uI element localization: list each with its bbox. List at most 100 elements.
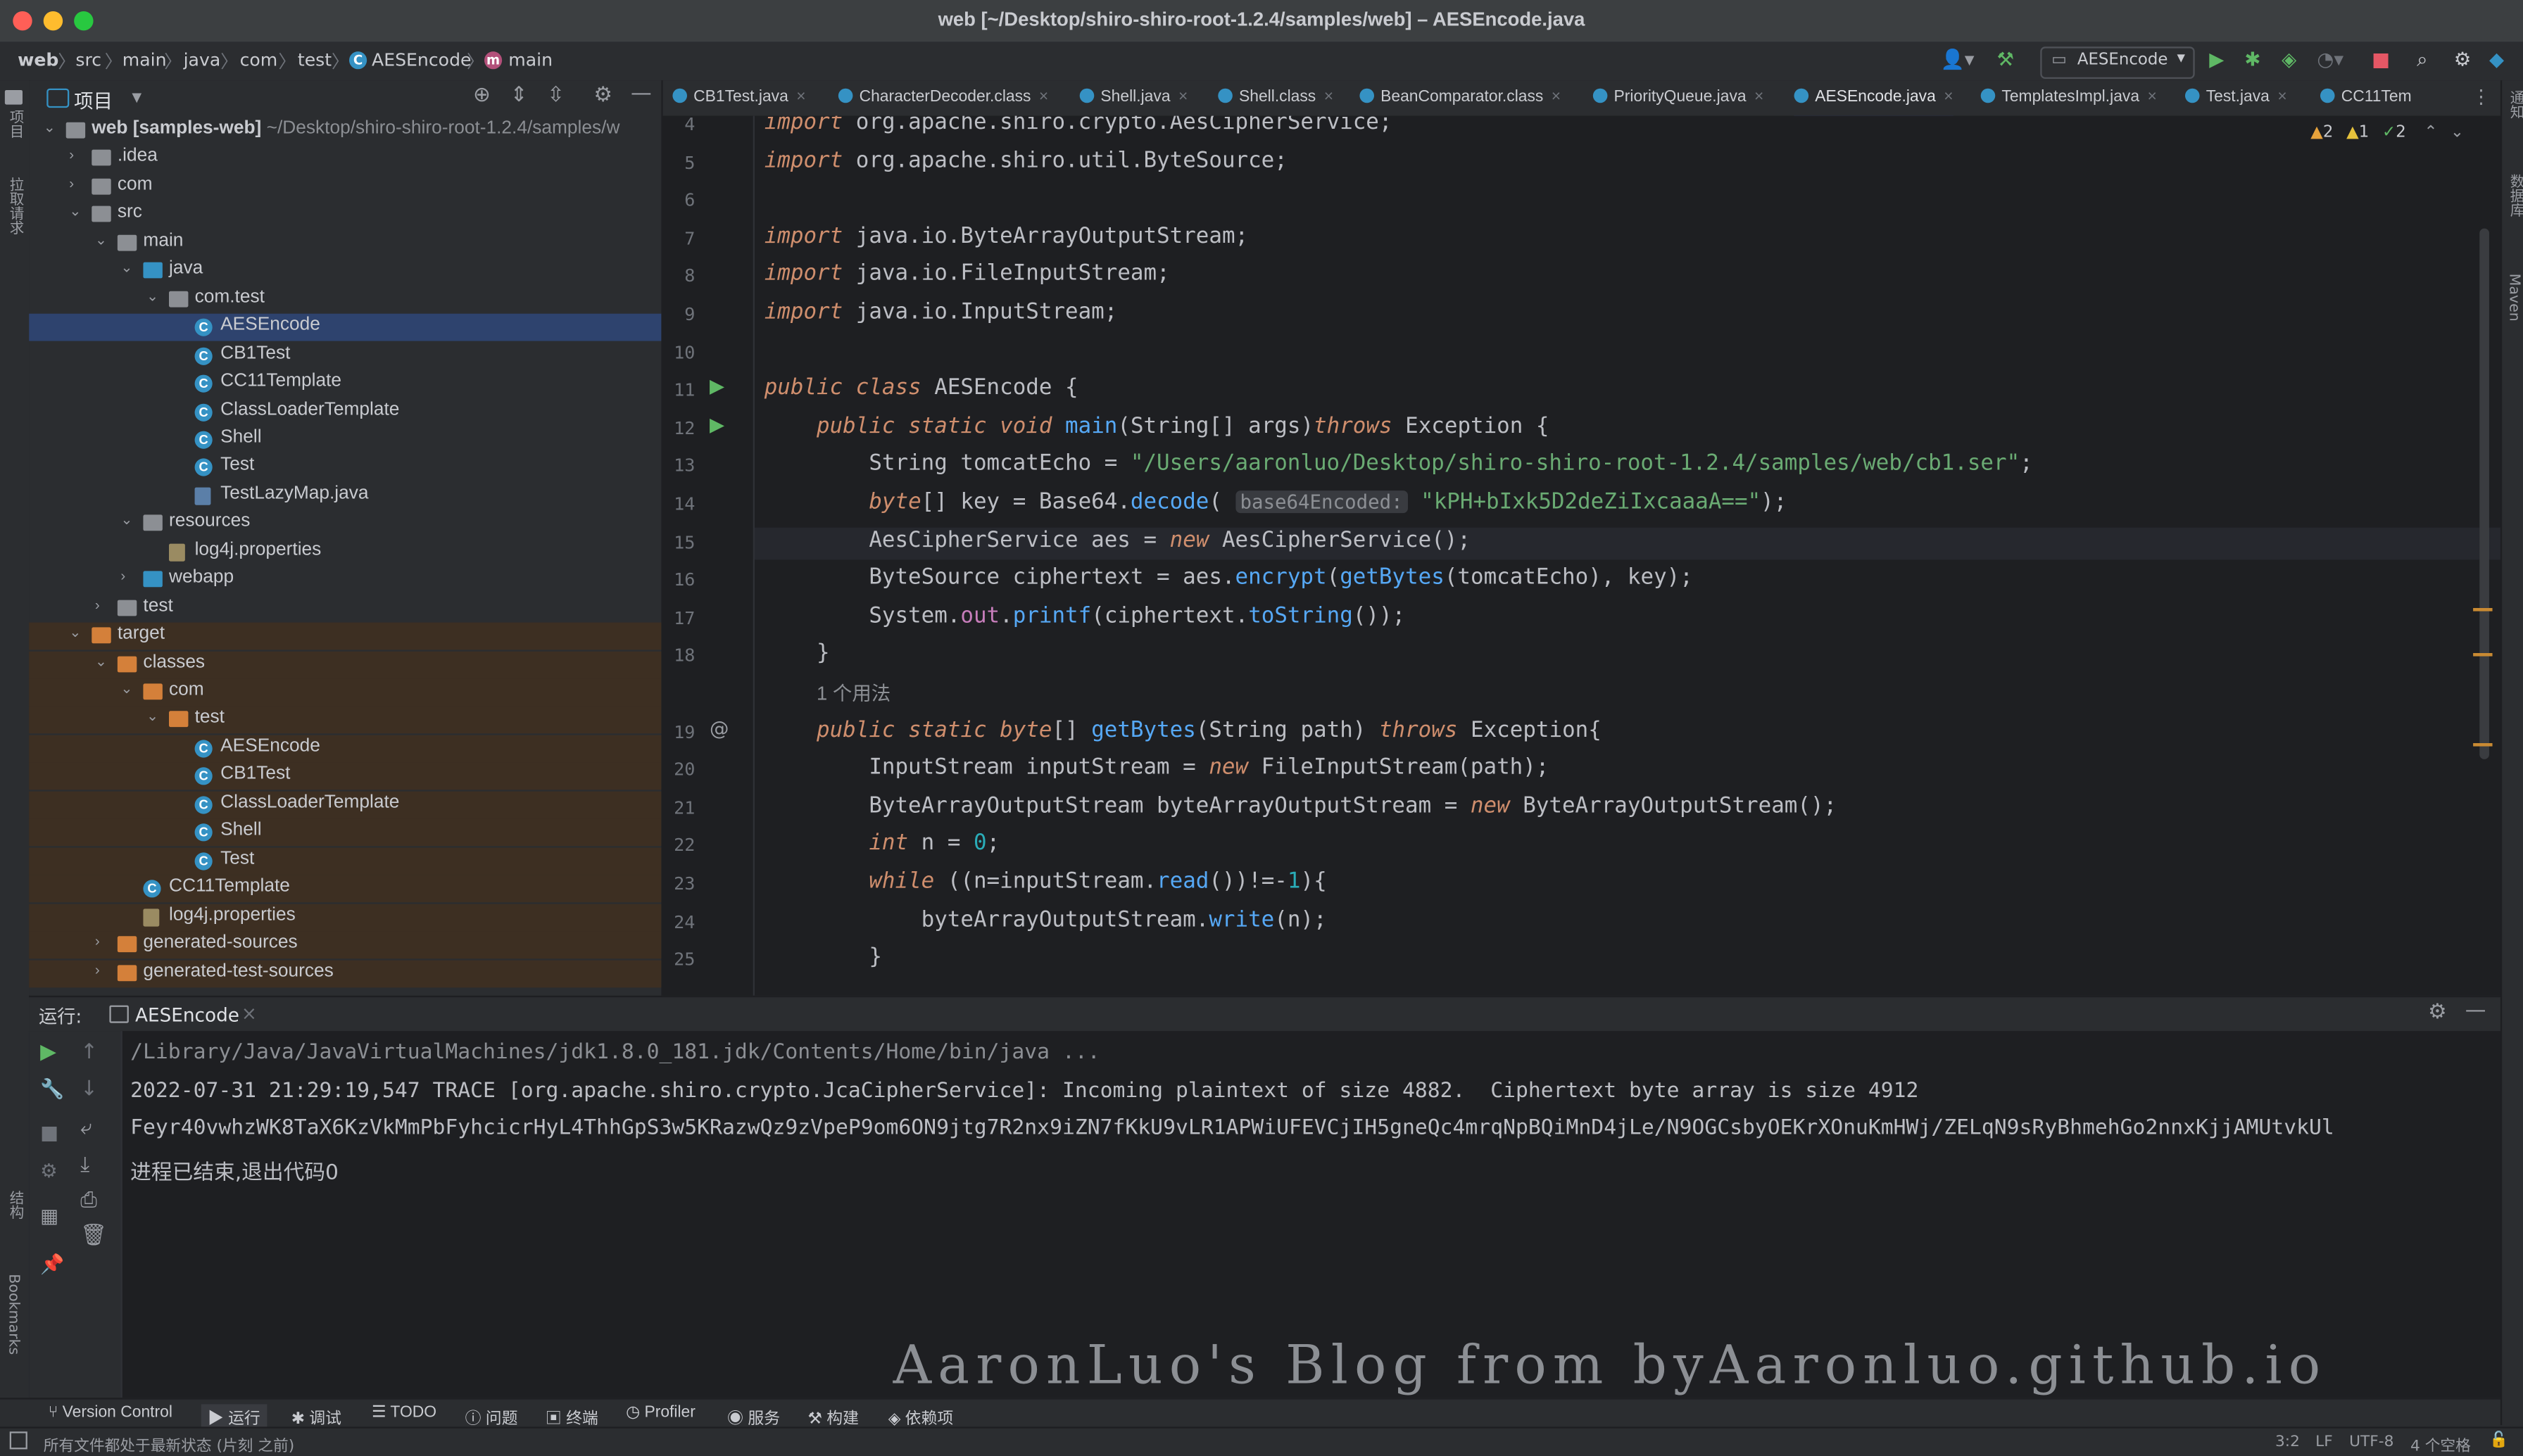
- code-line[interactable]: String tomcatEcho = "/Users/aaronluo/Des…: [765, 451, 2032, 477]
- tree-item[interactable]: › webapp: [29, 566, 661, 594]
- profile-icon[interactable]: ◔▾: [2317, 49, 2343, 71]
- debug-icon[interactable]: ✱: [2245, 49, 2261, 71]
- code-line[interactable]: import org.apache.shiro.util.ByteSource;: [765, 147, 1288, 173]
- chevron-right-icon[interactable]: ›: [95, 961, 100, 977]
- tree-item[interactable]: C CC11Template: [29, 875, 662, 903]
- expand-all-icon[interactable]: ⇕: [510, 84, 528, 108]
- toolwindow-debug[interactable]: ✱ 调试: [291, 1404, 341, 1429]
- chevron-right-icon[interactable]: ›: [69, 147, 74, 163]
- tree-item[interactable]: C ClassLoaderTemplate: [29, 791, 662, 818]
- chevron-down-icon[interactable]: ⌄: [95, 652, 107, 670]
- close-tab-icon[interactable]: ×: [1039, 89, 1048, 106]
- code-line[interactable]: InputStream inputStream = new FileInputS…: [765, 754, 1549, 780]
- code-line[interactable]: public static void main(String[] args)th…: [765, 413, 1549, 439]
- dump-threads-icon[interactable]: ⚙: [40, 1160, 58, 1182]
- toolwindow-version-control[interactable]: ⑂ Version Control: [49, 1404, 172, 1422]
- tree-item[interactable]: ⌄ com.test: [29, 286, 661, 313]
- chevron-right-icon[interactable]: ›: [120, 568, 125, 584]
- editor-tab[interactable]: Test.java ×: [2184, 80, 2287, 115]
- database-label[interactable]: 数据库: [2505, 174, 2523, 217]
- code-editor[interactable]: ▶ ▶ @ 4 import org.apache.shiro.crypto.Ae…: [662, 115, 2500, 996]
- breadcrumb-class[interactable]: AESEncode: [372, 50, 472, 71]
- warning-marker[interactable]: [2473, 607, 2493, 612]
- code-line[interactable]: while ((n=inputStream.read())!=-1){: [765, 868, 1326, 894]
- toolwindow-todo[interactable]: ☰ TODO: [372, 1404, 436, 1422]
- chevron-down-icon[interactable]: ⌄: [69, 203, 81, 221]
- hide-panel-icon[interactable]: —: [631, 82, 652, 106]
- tree-item[interactable]: ⌄ test: [29, 707, 662, 735]
- editor-scrollbar[interactable]: [2479, 228, 2489, 759]
- wrench-icon[interactable]: 🔧: [40, 1077, 64, 1100]
- tree-item[interactable]: C Shell: [29, 426, 661, 454]
- caret-position[interactable]: 3:2: [2275, 1433, 2300, 1451]
- run-icon[interactable]: ▶: [2209, 49, 2224, 71]
- warning-marker[interactable]: [2473, 652, 2493, 657]
- chevron-down-icon[interactable]: ⌄: [44, 119, 56, 137]
- run-main-gutter-icon[interactable]: ▶: [710, 413, 724, 436]
- chevron-right-icon[interactable]: ›: [69, 175, 74, 191]
- code-line[interactable]: int n = 0;: [765, 830, 1000, 856]
- breadcrumb-method[interactable]: main: [508, 50, 553, 71]
- editor-tab[interactable]: TemplatesImpl.java ×: [1980, 80, 2157, 115]
- toolwindow-problems[interactable]: ⓘ 问题: [465, 1404, 518, 1429]
- tree-item[interactable]: C CC11Template: [29, 370, 661, 398]
- tree-item[interactable]: TestLazyMap.java: [29, 482, 661, 509]
- tree-item[interactable]: log4j.properties: [29, 903, 662, 931]
- structure-label[interactable]: 结构: [5, 1190, 26, 1219]
- toolwindow-terminal[interactable]: ▣ 终端: [546, 1404, 598, 1429]
- pull-requests-label[interactable]: 拉取请求: [5, 177, 26, 234]
- code-line[interactable]: public class AESEncode {: [765, 375, 1078, 401]
- breadcrumb-java[interactable]: java: [184, 50, 221, 71]
- options-gear-icon[interactable]: ⚙: [593, 84, 612, 108]
- code-line[interactable]: byteArrayOutputStream.write(n);: [765, 906, 1327, 932]
- scroll-up-icon[interactable]: ↑: [80, 1041, 98, 1065]
- stop-run-icon[interactable]: ■: [40, 1121, 58, 1144]
- breadcrumb-src[interactable]: src: [75, 50, 101, 71]
- more-tabs-icon[interactable]: ⋮: [2472, 85, 2491, 108]
- close-tab-icon[interactable]: ×: [2147, 89, 2156, 106]
- code-line[interactable]: }: [765, 944, 882, 970]
- tree-item[interactable]: › generated-test-sources: [29, 959, 662, 987]
- tree-item[interactable]: ⌄ src: [29, 201, 661, 229]
- toolwindow-run[interactable]: ▶ 运行: [201, 1404, 267, 1429]
- line-separator[interactable]: LF: [2315, 1433, 2333, 1451]
- code-line[interactable]: AesCipherService aes = new AesCipherServ…: [765, 527, 1471, 553]
- tree-item[interactable]: ⌄ main: [29, 229, 661, 257]
- locate-file-icon[interactable]: ⊕: [473, 84, 491, 108]
- close-tab-icon[interactable]: ×: [1178, 89, 1188, 106]
- run-class-gutter-icon[interactable]: ▶: [710, 375, 724, 398]
- editor-tab[interactable]: Shell.class ×: [1218, 80, 1333, 115]
- tree-item[interactable]: › generated-sources: [29, 931, 662, 959]
- file-encoding[interactable]: UTF-8: [2349, 1433, 2393, 1451]
- tree-item[interactable]: › com: [29, 174, 661, 201]
- toolwindow-services[interactable]: ◉ 服务: [727, 1404, 780, 1429]
- tree-item[interactable]: ⌄ classes: [29, 650, 662, 678]
- tree-item[interactable]: › test: [29, 595, 661, 622]
- code-line[interactable]: System.out.printf(ciphertext.toString())…: [765, 603, 1405, 629]
- tree-item[interactable]: C Test: [29, 454, 661, 481]
- tree-item[interactable]: C AESEncode: [29, 314, 662, 341]
- tree-item[interactable]: C CB1Test: [29, 342, 661, 369]
- close-tab-icon[interactable]: ×: [1552, 89, 1561, 106]
- chevron-down-icon[interactable]: ⌄: [120, 512, 132, 530]
- layout-icon[interactable]: ▦: [40, 1205, 58, 1227]
- tree-item[interactable]: C ClassLoaderTemplate: [29, 398, 661, 426]
- tree-item[interactable]: C Shell: [29, 818, 662, 847]
- code-line[interactable]: import org.apache.shiro.crypto.AesCipher…: [765, 116, 1392, 135]
- maven-label[interactable]: Maven: [2505, 274, 2522, 322]
- breadcrumb-web[interactable]: web: [18, 50, 58, 71]
- tree-item[interactable]: ⌄ target: [29, 622, 662, 650]
- tree-item[interactable]: log4j.properties: [29, 538, 661, 566]
- close-tab-icon[interactable]: ×: [1944, 89, 1953, 106]
- tree-item[interactable]: C CB1Test: [29, 763, 662, 791]
- soft-wrap-icon[interactable]: ⤶: [80, 1116, 92, 1140]
- plugin-icon[interactable]: ◆: [2489, 49, 2504, 71]
- chevron-down-icon[interactable]: ⌄: [120, 260, 132, 277]
- chevron-down-icon[interactable]: ▾: [132, 85, 141, 108]
- collapse-all-icon[interactable]: ⇳: [547, 84, 565, 108]
- tree-item[interactable]: ⌄ java: [29, 258, 661, 285]
- close-tab-icon[interactable]: ×: [796, 89, 805, 106]
- editor-tab[interactable]: CharacterDecoder.class ×: [838, 80, 1048, 115]
- project-view-title[interactable]: 项目: [74, 87, 113, 114]
- project-tool-label[interactable]: 项目: [5, 109, 26, 138]
